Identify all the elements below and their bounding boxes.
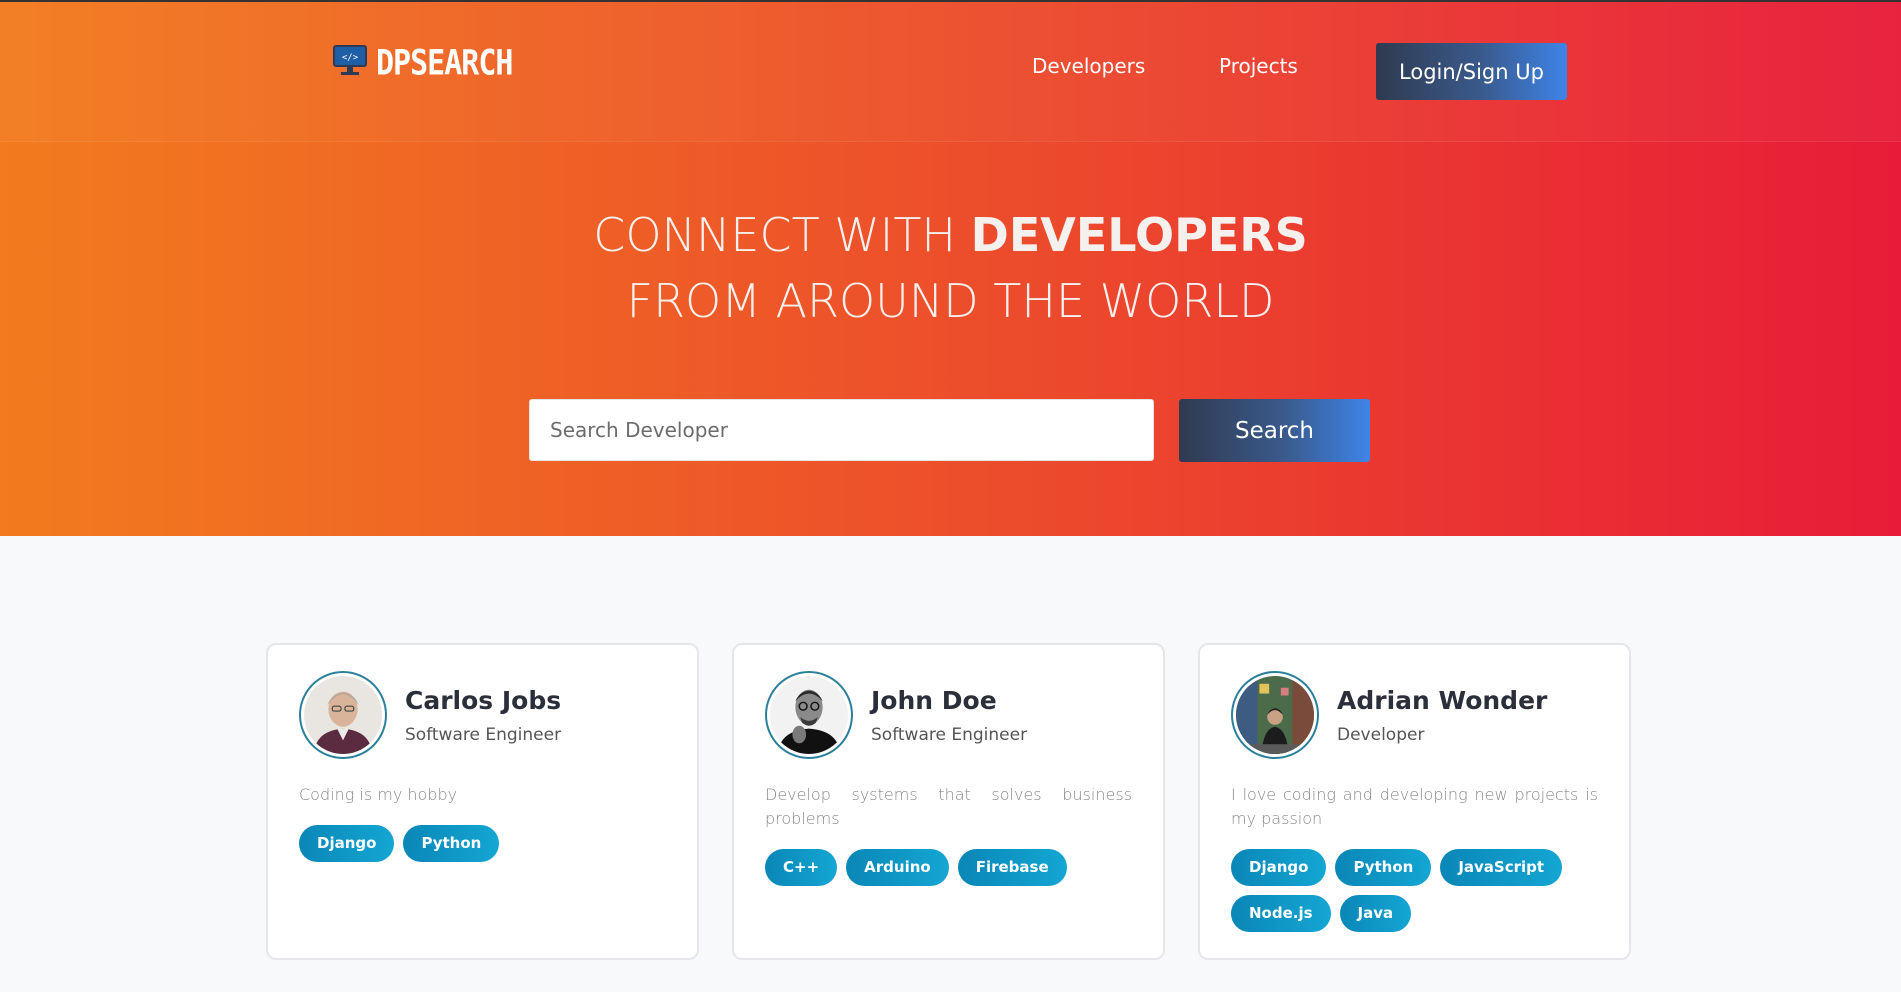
developer-card[interactable]: Carlos Jobs Software Engineer Coding is … xyxy=(266,643,699,960)
developer-card[interactable]: Adrian Wonder Developer I love coding an… xyxy=(1198,643,1631,960)
skill-tag[interactable]: Arduino xyxy=(846,849,949,886)
navbar: </> DPSEARCH Developers Projects Login/S… xyxy=(0,2,1901,142)
developer-card[interactable]: John Doe Software Engineer Develop syste… xyxy=(732,643,1165,960)
monitor-code-icon: </> xyxy=(332,44,368,82)
skill-tag[interactable]: Python xyxy=(1335,849,1432,886)
skill-tags: C++ Arduino Firebase xyxy=(765,849,1132,886)
avatar[interactable] xyxy=(1231,671,1319,759)
avatar[interactable] xyxy=(765,671,853,759)
headline-line1-light: CONNECT WITH xyxy=(593,208,957,262)
skill-tag[interactable]: Node.js xyxy=(1231,895,1331,932)
skill-tags: Django Python xyxy=(299,825,666,862)
developer-bio: Coding is my hobby xyxy=(299,785,458,804)
developer-bio: Develop systems that solves business pro… xyxy=(765,785,1132,828)
card-header: Carlos Jobs Software Engineer xyxy=(299,671,666,759)
developer-role: Developer xyxy=(1337,724,1425,745)
nav-link-projects[interactable]: Projects xyxy=(1219,54,1298,78)
developer-name[interactable]: Carlos Jobs xyxy=(405,686,561,715)
search-developer-input[interactable] xyxy=(529,399,1154,461)
search-button[interactable]: Search xyxy=(1179,399,1370,462)
login-signup-button[interactable]: Login/Sign Up xyxy=(1376,43,1567,100)
card-title-block: Carlos Jobs Software Engineer xyxy=(405,686,561,745)
nav-link-developers[interactable]: Developers xyxy=(1032,54,1145,78)
skill-tag[interactable]: Django xyxy=(1231,849,1327,886)
card-header: Adrian Wonder Developer xyxy=(1231,671,1598,759)
card-header: John Doe Software Engineer xyxy=(765,671,1132,759)
logo[interactable]: </> DPSEARCH xyxy=(332,42,513,84)
developer-bio: I love coding and developing new project… xyxy=(1231,785,1598,828)
avatar-photo-icon xyxy=(770,676,848,754)
hero-section: </> DPSEARCH Developers Projects Login/S… xyxy=(0,0,1901,536)
card-title-block: Adrian Wonder Developer xyxy=(1337,686,1547,745)
skill-tag[interactable]: Java xyxy=(1339,895,1412,932)
developer-role: Software Engineer xyxy=(871,724,1028,745)
headline-line2: FROM AROUND THE WORLD xyxy=(626,274,1275,328)
developer-name[interactable]: Adrian Wonder xyxy=(1337,686,1547,715)
hero-headline: CONNECT WITH DEVELOPERS FROM AROUND THE … xyxy=(0,202,1901,334)
developer-name[interactable]: John Doe xyxy=(871,686,1027,715)
skill-tag[interactable]: JavaScript xyxy=(1440,849,1563,886)
skill-tag[interactable]: C++ xyxy=(765,849,838,886)
skill-tags: Django Python JavaScript Node.js Java xyxy=(1231,849,1598,932)
avatar-photo-icon xyxy=(1236,676,1314,754)
skill-tag[interactable]: Firebase xyxy=(957,849,1067,886)
skill-tag[interactable]: Python xyxy=(403,825,500,862)
headline-line1-bold: DEVELOPERS xyxy=(970,208,1308,262)
avatar[interactable] xyxy=(299,671,387,759)
developer-role: Software Engineer xyxy=(405,724,562,745)
logo-text: DPSEARCH xyxy=(376,42,513,84)
skill-tag[interactable]: Django xyxy=(299,825,395,862)
avatar-photo-icon xyxy=(304,676,382,754)
card-title-block: John Doe Software Engineer xyxy=(871,686,1027,745)
svg-text:</>: </> xyxy=(342,53,359,63)
